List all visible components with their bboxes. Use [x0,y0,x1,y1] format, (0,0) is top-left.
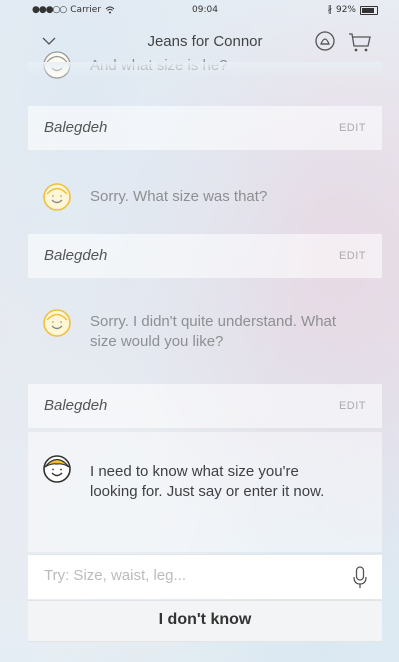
answer-value: Balegdeh [44,397,108,414]
dont-know-button[interactable]: I don't know [28,600,382,642]
smiley-avatar-icon [43,51,71,79]
answer-row: Balegdeh EDIT [28,106,382,150]
battery-icon [360,5,378,15]
bluetooth-icon: ∦ [327,5,332,15]
status-bar: ●●●○○ Carrier 09:04 ∦ 92% [28,0,382,20]
smiley-avatar-icon [43,309,71,337]
app-screen: ●●●○○ Carrier 09:04 ∦ 92% Jeans for Conn… [28,0,382,662]
cart-icon[interactable] [348,30,372,54]
bot-message-text: Sorry. I didn't quite understand. What s… [90,313,337,350]
reply-input-bar[interactable]: Try: Size, waist, leg... [28,554,382,599]
edit-button[interactable]: EDIT [339,400,366,412]
microphone-icon[interactable] [352,565,368,589]
edit-button[interactable]: EDIT [339,250,366,262]
assistant-icon[interactable] [314,30,336,52]
active-question-text: I need to know what size you're looking … [90,463,325,500]
smiley-avatar-icon [43,455,71,483]
active-question-card: I need to know what size you're looking … [28,432,382,552]
edit-button[interactable]: EDIT [339,122,366,134]
reply-input[interactable]: Try: Size, waist, leg... [44,567,186,584]
bot-message-text: And what size is he? [90,57,228,74]
battery-percent: 92% [335,5,356,15]
answer-value: Balegdeh [44,247,108,264]
answer-row: Balegdeh EDIT [28,384,382,428]
answer-row: Balegdeh EDIT [28,234,382,278]
smiley-avatar-icon [43,183,71,211]
bot-message-text: Sorry. What size was that? [90,188,268,205]
dont-know-label: I don't know [158,611,252,628]
answer-value: Balegdeh [44,119,108,136]
